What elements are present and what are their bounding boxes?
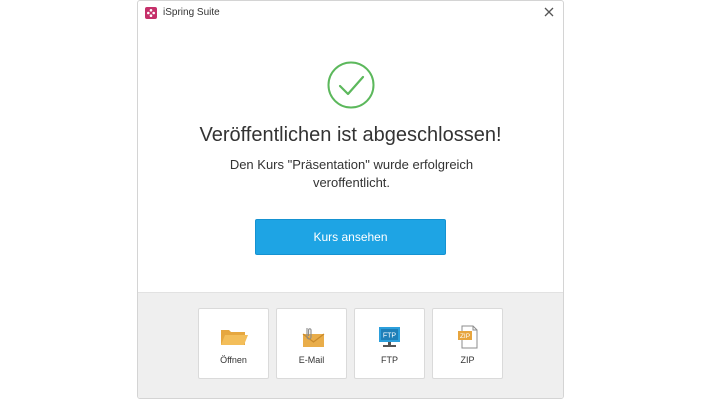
envelope-icon — [296, 325, 328, 349]
email-label: E-Mail — [298, 355, 325, 365]
close-icon[interactable] — [542, 5, 556, 19]
checkmark-circle-icon — [326, 60, 376, 110]
window-title: iSpring Suite — [163, 7, 220, 18]
ftp-label: FTP — [381, 355, 398, 365]
folder-icon — [218, 325, 250, 349]
title-bar: iSpring Suite — [138, 1, 563, 25]
view-course-button[interactable]: Kurs ansehen — [255, 219, 446, 255]
open-folder-button[interactable]: Öffnen — [198, 308, 269, 379]
email-button[interactable]: E-Mail — [276, 308, 347, 379]
ispring-logo-icon — [145, 7, 157, 19]
ftp-button[interactable]: FTP FTP — [354, 308, 425, 379]
open-label: Öffnen — [220, 355, 247, 365]
zip-badge: ZIP — [460, 333, 470, 340]
publish-complete-dialog: iSpring Suite Veröffentlichen ist abgesc… — [137, 0, 564, 399]
zip-label: ZIP — [460, 355, 475, 365]
status-headline: Veröffentlichen ist abgeschlossen! — [199, 124, 502, 146]
zip-file-icon: ZIP — [452, 325, 484, 349]
zip-button[interactable]: ZIP ZIP — [432, 308, 503, 379]
ftp-badge: FTP — [383, 333, 397, 340]
status-message: Den Kurs "Präsentation" wurde erfolgreic… — [229, 157, 474, 190]
ftp-monitor-icon: FTP — [374, 325, 406, 349]
action-bar: Öffnen E-Mail FTP FTP ZIP ZIP — [138, 292, 563, 398]
